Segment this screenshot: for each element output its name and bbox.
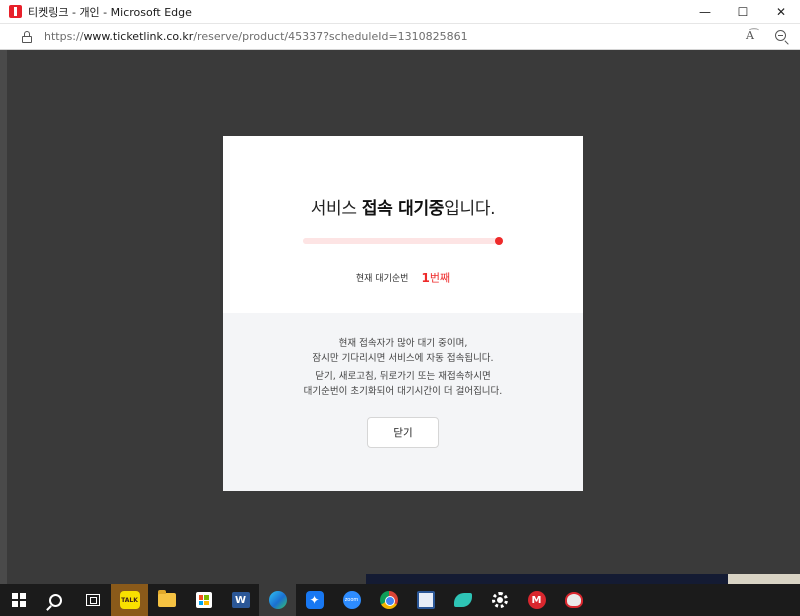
- blue-app-icon: ✦: [305, 591, 324, 609]
- warning-line-1: 닫기, 새로고침, 뒤로가기 또는 재접속하시면: [315, 371, 491, 382]
- url-host: www.ticketlink.co.kr: [83, 30, 194, 43]
- ticketlink-logo-icon: [9, 5, 22, 18]
- info-line-1: 현재 접속자가 많아 대기 중이며,: [338, 338, 468, 349]
- search-icon: [49, 593, 62, 607]
- warning-line-2: 대기순번이 초기화되어 대기시간이 더 걸어집니다.: [303, 386, 503, 397]
- taskbar-blue-app[interactable]: ✦: [296, 584, 333, 616]
- taskbar-store[interactable]: [185, 584, 222, 616]
- taskbar-chrome[interactable]: [370, 584, 407, 616]
- queue-unit: 번째: [429, 271, 451, 285]
- queue-progress-bar: [303, 237, 503, 245]
- url-path: /reserve/product/45337?scheduleId=131082…: [193, 30, 468, 43]
- taskbar-settings[interactable]: [481, 584, 518, 616]
- bird-app-icon: [453, 593, 472, 607]
- taskbar-misc-app[interactable]: [555, 584, 592, 616]
- background-image-right: [728, 574, 800, 584]
- misc-app-icon: [564, 592, 583, 608]
- lock-icon[interactable]: [22, 30, 32, 43]
- taskbar-word[interactable]: W: [222, 584, 259, 616]
- queue-progress-fill: [303, 238, 499, 244]
- start-button[interactable]: [0, 584, 37, 616]
- taskbar-notepad[interactable]: [407, 584, 444, 616]
- modal-top-section: 서비스 접속 대기중입니다. 현재 대기순번 1번째: [223, 136, 583, 313]
- zoom-app-icon: zoom: [342, 591, 361, 609]
- taskbar: TALK W ✦ zoom M: [0, 584, 800, 616]
- windows-icon: [11, 593, 26, 607]
- info-line-2: 잠시만 기다리시면 서비스에 자동 접속됩니다.: [312, 353, 494, 364]
- title-pre: 서비스: [310, 199, 362, 219]
- close-button[interactable]: 닫기: [367, 417, 439, 448]
- taskbar-file-explorer[interactable]: [148, 584, 185, 616]
- task-view-icon: [85, 594, 100, 606]
- taskbar-bird-app[interactable]: [444, 584, 481, 616]
- address-bar[interactable]: https://www.ticketlink.co.kr/reserve/pro…: [0, 24, 800, 50]
- title-bold: 접속 대기중: [361, 199, 445, 219]
- taskbar-kakaotalk[interactable]: TALK: [111, 584, 148, 616]
- word-icon: W: [231, 592, 250, 608]
- url-field[interactable]: https://www.ticketlink.co.kr/reserve/pro…: [44, 30, 468, 43]
- read-aloud-icon[interactable]: A͡: [746, 29, 754, 42]
- taskbar-mega[interactable]: M: [518, 584, 555, 616]
- title-post: 입니다.: [444, 199, 496, 219]
- modal-title: 서비스 접속 대기중입니다.: [223, 194, 583, 219]
- zoom-icon[interactable]: [775, 30, 786, 41]
- gear-icon: [491, 592, 508, 608]
- taskbar-edge[interactable]: [259, 584, 296, 616]
- task-view-button[interactable]: [74, 584, 111, 616]
- kakaotalk-icon: TALK: [119, 591, 140, 609]
- notepad-icon: [416, 591, 435, 609]
- window-title: 티켓링크 - 개인 - Microsoft Edge: [28, 5, 192, 19]
- warning-message: 닫기, 새로고침, 뒤로가기 또는 재접속하시면 대기순번이 초기화되어 대기시…: [223, 369, 583, 399]
- modal-bottom-section: 현재 접속자가 많아 대기 중이며, 잠시만 기다리시면 서비스에 자동 접속됩…: [223, 313, 583, 491]
- taskbar-zoom[interactable]: zoom: [333, 584, 370, 616]
- mega-icon: M: [527, 591, 546, 609]
- edge-icon: [268, 591, 287, 609]
- maximize-button[interactable]: ☐: [724, 0, 762, 24]
- window-controls: — ☐ ✕: [686, 0, 800, 24]
- queue-number: 1: [421, 270, 430, 285]
- background-image: [366, 574, 728, 584]
- minimize-button[interactable]: —: [686, 0, 724, 24]
- queue-label: 현재 대기순번: [355, 274, 409, 284]
- chrome-icon: [379, 591, 398, 609]
- search-button[interactable]: [37, 584, 74, 616]
- folder-icon: [157, 590, 176, 607]
- close-window-button[interactable]: ✕: [762, 0, 800, 24]
- info-message: 현재 접속자가 많아 대기 중이며, 잠시만 기다리시면 서비스에 자동 접속됩…: [223, 336, 583, 366]
- queue-position: 현재 대기순번 1번째: [223, 267, 583, 286]
- waiting-queue-modal: 서비스 접속 대기중입니다. 현재 대기순번 1번째 현재 접속자가 많아 대기…: [223, 136, 583, 491]
- left-edge: [0, 50, 7, 584]
- queue-progress-dot: [495, 237, 503, 245]
- window-titlebar: 티켓링크 - 개인 - Microsoft Edge — ☐ ✕: [0, 0, 800, 24]
- store-icon: [195, 592, 212, 608]
- url-scheme: https://: [44, 30, 84, 43]
